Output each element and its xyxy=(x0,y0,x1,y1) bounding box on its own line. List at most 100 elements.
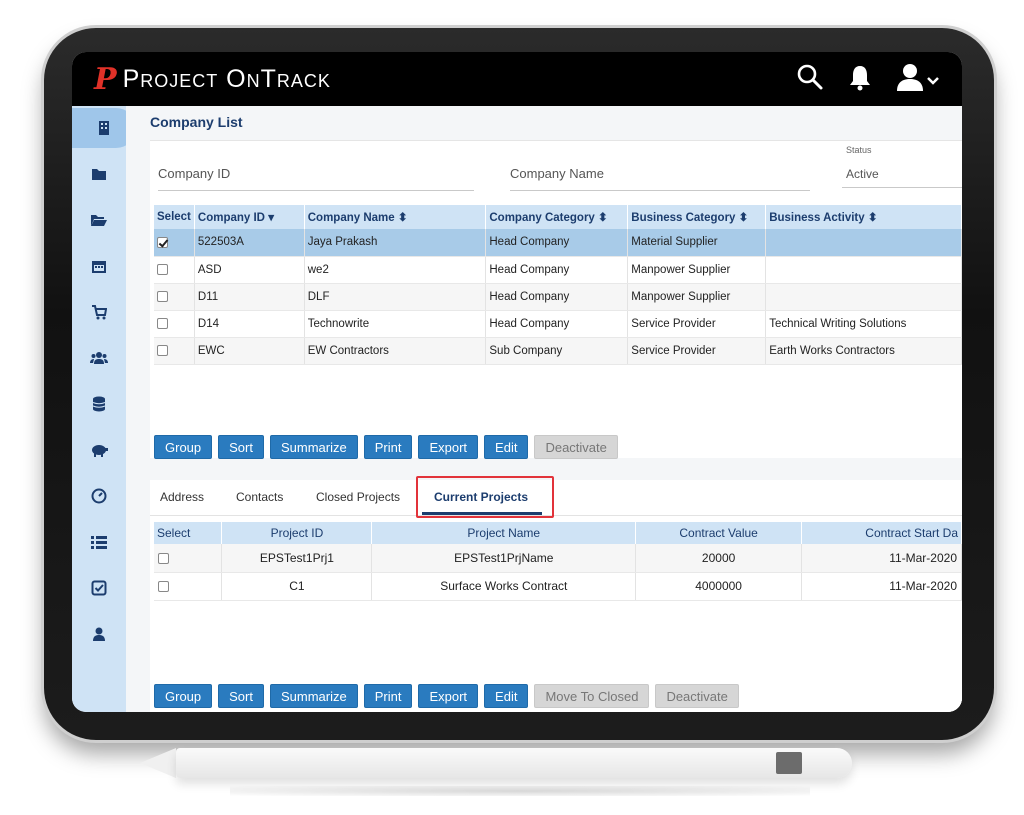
group-button[interactable]: Group xyxy=(154,684,213,708)
cell-company-name: Jaya Prakash xyxy=(304,229,487,257)
export-button[interactable]: Export xyxy=(418,435,479,459)
list-icon[interactable] xyxy=(72,522,126,562)
row-checkbox[interactable] xyxy=(157,290,168,302)
pencil-band xyxy=(776,752,802,774)
table-row[interactable]: D14 Technowrite Head Company Service Pro… xyxy=(154,310,962,338)
tab-contacts[interactable]: Contacts xyxy=(236,490,283,504)
cell-business-activity xyxy=(765,256,962,284)
edit-button[interactable]: Edit xyxy=(484,435,529,459)
col-business-category[interactable]: Business Category ⬍ xyxy=(627,205,767,229)
col-business-activity[interactable]: Business Activity ⬍ xyxy=(765,205,962,229)
cell-contract-start: 11-Mar-2020 xyxy=(801,544,962,573)
pencil-tip xyxy=(140,748,176,778)
cell-company-id: D14 xyxy=(194,310,305,338)
status-label: Status xyxy=(846,145,872,155)
row-checkbox[interactable] xyxy=(157,263,168,275)
sort-icon[interactable]: ⬍ xyxy=(868,212,878,224)
col-business-category-label: Business Category xyxy=(631,212,736,224)
cell-company-category: Head Company xyxy=(485,310,629,338)
projects-table: Select Project ID Project Name Contract … xyxy=(154,522,962,601)
cell-business-category: Manpower Supplier xyxy=(627,256,767,284)
col-company-name-label: Company Name xyxy=(307,212,395,224)
gauge-icon[interactable] xyxy=(72,476,126,516)
company-card: Company ID Company Name Status Active Se… xyxy=(150,140,962,459)
detail-tabs: Address Contacts Closed Projects Current… xyxy=(150,476,962,518)
col-company-name[interactable]: Company Name ⬍ xyxy=(304,205,487,229)
row-checkbox[interactable] xyxy=(157,236,168,248)
row-checkbox[interactable] xyxy=(158,581,169,593)
col-company-id-label: Company ID xyxy=(197,212,265,224)
piggy-bank-icon[interactable] xyxy=(72,430,126,470)
stylus-pencil xyxy=(176,748,852,778)
col-contract-start[interactable]: Contract Start Da xyxy=(801,522,962,544)
col-project-name[interactable]: Project Name xyxy=(371,522,637,544)
move-to-closed-button[interactable]: Move To Closed xyxy=(534,684,650,708)
table-row[interactable]: ASD we2 Head Company Manpower Supplier xyxy=(154,256,962,284)
col-company-id[interactable]: Company ID ▾ xyxy=(194,205,305,229)
cell-company-name: we2 xyxy=(304,256,487,284)
deactivate-button[interactable]: Deactivate xyxy=(534,435,618,459)
company-name-field[interactable]: Company Name xyxy=(510,165,810,191)
print-button[interactable]: Print xyxy=(363,684,413,708)
company-actions: Group Sort Summarize Print Export Edit D… xyxy=(154,435,618,459)
table-row[interactable]: EPSTest1Prj1 EPSTest1PrjName 20000 11-Ma… xyxy=(154,544,962,573)
cell-business-category: Material Supplier xyxy=(627,229,767,257)
cell-company-category: Head Company xyxy=(485,283,629,311)
sort-icon[interactable]: ⬍ xyxy=(739,212,749,224)
edit-button[interactable]: Edit xyxy=(484,684,529,708)
cell-company-category: Head Company xyxy=(485,229,629,257)
company-name-placeholder: Company Name xyxy=(510,166,604,181)
highlight-box xyxy=(416,476,554,518)
sort-button[interactable]: Sort xyxy=(218,684,264,708)
cell-company-name: Technowrite xyxy=(304,310,487,338)
users-icon[interactable] xyxy=(72,338,126,378)
table-row[interactable]: 522503A Jaya Prakash Head Company Materi… xyxy=(154,229,962,257)
table-row[interactable]: D11 DLF Head Company Manpower Supplier xyxy=(154,283,962,311)
table-row[interactable]: C1 Surface Works Contract 4000000 11-Mar… xyxy=(154,572,962,601)
database-icon[interactable] xyxy=(72,384,126,424)
col-project-id[interactable]: Project ID xyxy=(221,522,373,544)
sidebar xyxy=(72,106,136,712)
cart-icon[interactable] xyxy=(72,292,126,332)
export-button[interactable]: Export xyxy=(418,684,479,708)
cell-company-id: EWC xyxy=(194,337,305,365)
col-select: Select xyxy=(154,205,195,229)
calendar-icon[interactable] xyxy=(72,246,126,286)
folder-open-icon[interactable] xyxy=(72,200,126,240)
bell-icon[interactable] xyxy=(848,63,872,91)
col-contract-value[interactable]: Contract Value xyxy=(635,522,803,544)
search-icon[interactable] xyxy=(796,63,824,91)
user-menu-icon[interactable] xyxy=(896,62,944,92)
tab-closed-projects[interactable]: Closed Projects xyxy=(316,490,400,504)
company-id-placeholder: Company ID xyxy=(158,166,231,181)
table-row[interactable]: EWC EW Contractors Sub Company Service P… xyxy=(154,337,962,365)
check-square-icon[interactable] xyxy=(72,568,126,608)
summarize-button[interactable]: Summarize xyxy=(269,435,358,459)
project-actions: Group Sort Summarize Print Export Edit M… xyxy=(154,684,739,708)
status-select[interactable]: Active xyxy=(846,167,879,181)
details-card: Address Contacts Closed Projects Current… xyxy=(150,476,962,712)
col-company-category[interactable]: Company Category ⬍ xyxy=(485,205,629,229)
sort-button[interactable]: Sort xyxy=(218,435,264,459)
sort-icon[interactable]: ⬍ xyxy=(598,212,608,224)
cell-company-id: 522503A xyxy=(194,229,305,257)
row-checkbox[interactable] xyxy=(157,344,168,356)
summarize-button[interactable]: Summarize xyxy=(269,684,358,708)
row-checkbox[interactable] xyxy=(158,553,169,565)
sort-icon[interactable]: ⬍ xyxy=(398,212,408,224)
deactivate-button[interactable]: Deactivate xyxy=(655,684,739,708)
group-button[interactable]: Group xyxy=(154,435,213,459)
print-button[interactable]: Print xyxy=(363,435,413,459)
user-icon[interactable] xyxy=(72,614,126,654)
cell-project-name: EPSTest1PrjName xyxy=(371,544,637,573)
cell-business-category: Service Provider xyxy=(627,310,767,338)
company-id-field[interactable]: Company ID xyxy=(158,165,474,191)
row-checkbox[interactable] xyxy=(157,317,168,329)
cell-business-category: Manpower Supplier xyxy=(627,283,767,311)
cell-project-id: EPSTest1Prj1 xyxy=(221,544,373,573)
tab-address[interactable]: Address xyxy=(160,490,204,504)
pencil-shadow xyxy=(230,786,810,796)
folder-icon[interactable] xyxy=(72,154,126,194)
app-screen: P Project OnTrack Company List Company I… xyxy=(72,52,962,712)
sort-desc-icon[interactable]: ▾ xyxy=(268,212,274,224)
